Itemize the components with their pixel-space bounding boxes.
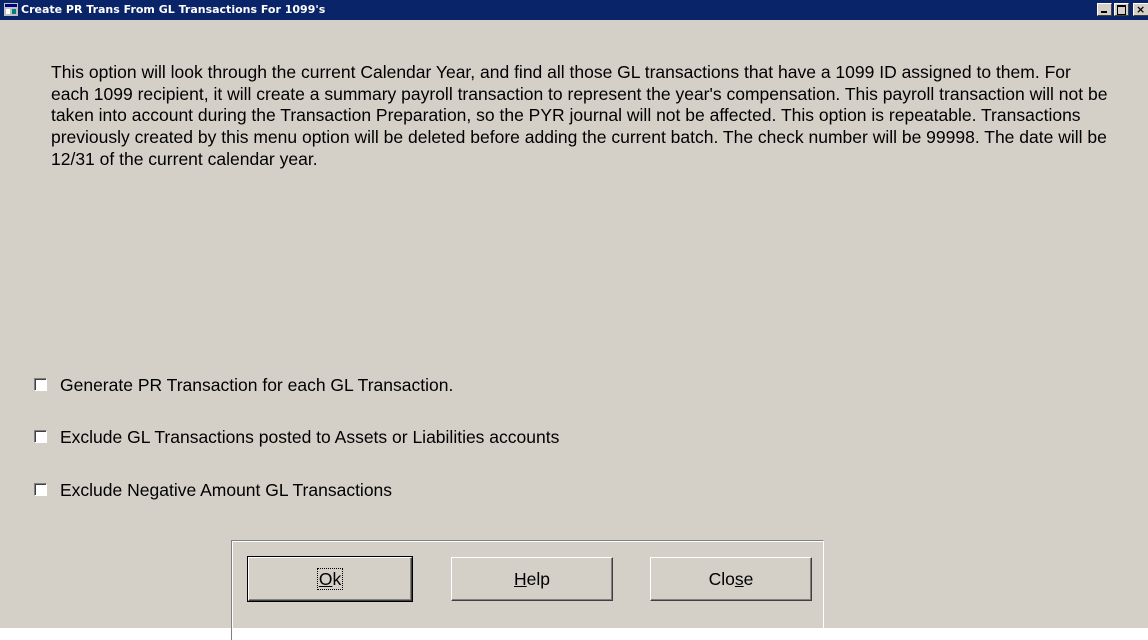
help-button-label: Help <box>514 569 550 589</box>
option-label[interactable]: Generate PR Transaction for each GL Tran… <box>60 374 453 396</box>
ok-button-label: Ok <box>316 568 344 590</box>
checkbox[interactable] <box>34 430 47 443</box>
description-text: This option will look through the curren… <box>51 62 1108 169</box>
dialog-window: Create PR Trans From GL Transactions For… <box>0 0 1148 640</box>
close-icon: × <box>1136 3 1146 16</box>
maximize-icon <box>1117 5 1126 15</box>
option-label[interactable]: Exclude GL Transactions posted to Assets… <box>60 426 559 448</box>
ok-button[interactable]: Ok <box>247 556 413 602</box>
checkbox[interactable] <box>34 378 47 391</box>
app-icon <box>4 3 18 16</box>
close-window-button[interactable]: × <box>1133 3 1148 16</box>
checkbox[interactable] <box>34 483 47 496</box>
option-label[interactable]: Exclude Negative Amount GL Transactions <box>60 479 392 501</box>
minimize-icon <box>1101 11 1107 13</box>
window-title: Create PR Trans From GL Transactions For… <box>21 3 326 16</box>
close-button-label: Close <box>708 569 754 589</box>
maximize-button[interactable] <box>1114 3 1129 16</box>
close-button[interactable]: Close <box>650 557 812 601</box>
title-bar[interactable]: Create PR Trans From GL Transactions For… <box>0 0 1148 20</box>
help-button[interactable]: Help <box>451 557 613 601</box>
minimize-button[interactable] <box>1097 3 1112 16</box>
